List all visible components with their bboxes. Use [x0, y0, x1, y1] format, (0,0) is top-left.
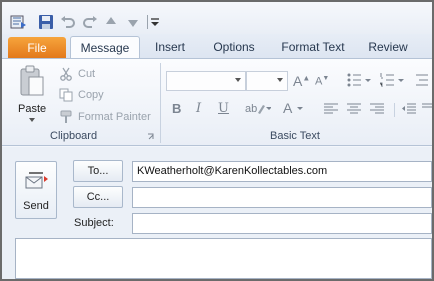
svg-text:ab: ab [245, 103, 257, 115]
grow-font-icon[interactable]: A▲ [293, 73, 310, 89]
tab-options[interactable]: Options [206, 36, 262, 58]
dialog-launcher-icon[interactable] [147, 133, 155, 141]
ribbon: Paste Cut Copy Format Painter Clipboard … [2, 58, 432, 146]
paste-icon [20, 65, 44, 96]
compose-area: Send To... KWeatherholt@KarenKollectable… [2, 147, 432, 279]
outlook-app-icon [10, 15, 26, 29]
to-button[interactable]: To... [73, 160, 123, 182]
down-arrow-icon[interactable] [126, 14, 140, 30]
up-arrow-icon[interactable] [104, 14, 118, 30]
chevron-down-icon [277, 78, 283, 82]
customize-toolbar-icon[interactable] [150, 14, 160, 30]
tab-format-text[interactable]: Format Text [276, 36, 350, 58]
align-center-icon[interactable] [347, 103, 361, 115]
highlight-icon[interactable]: ab [245, 101, 271, 117]
group-separator [160, 63, 161, 143]
ribbon-tabs: File Message Insert Options Format Text … [2, 34, 432, 59]
numbering-icon[interactable] [380, 73, 404, 87]
redo-icon[interactable] [82, 14, 98, 30]
toolbar-separator [147, 15, 148, 29]
toolbar-separator [394, 103, 395, 117]
format-painter-button[interactable]: Format Painter [78, 111, 151, 123]
undo-icon[interactable] [60, 14, 76, 30]
cut-button[interactable]: Cut [78, 68, 95, 80]
align-right-icon[interactable] [370, 103, 384, 115]
svg-text:A: A [283, 101, 293, 116]
send-label: Send [23, 200, 49, 212]
cc-button[interactable]: Cc... [73, 186, 123, 208]
tab-insert[interactable]: Insert [148, 36, 192, 58]
font-color-icon[interactable]: A [283, 101, 305, 117]
chevron-down-icon [235, 78, 241, 82]
shrink-font-icon[interactable]: A▼ [315, 75, 329, 88]
copy-button[interactable]: Copy [78, 89, 104, 101]
paste-button[interactable]: Paste [14, 63, 50, 125]
multilevel-list-icon[interactable] [414, 73, 430, 87]
paste-dropdown-icon [29, 118, 35, 122]
tab-file[interactable]: File [8, 37, 66, 58]
format-painter-icon [60, 110, 72, 123]
tab-message[interactable]: Message [70, 36, 140, 59]
increase-indent-icon[interactable] [422, 103, 432, 115]
italic-button[interactable]: I [196, 101, 201, 116]
font-size-combo[interactable] [246, 71, 288, 91]
bullets-icon[interactable] [347, 73, 371, 87]
font-name-combo[interactable] [166, 71, 246, 91]
decrease-indent-icon[interactable] [402, 103, 416, 115]
clipboard-group-label: Clipboard [50, 130, 98, 142]
quick-access-toolbar [2, 2, 432, 34]
to-field[interactable]: KWeatherholt@KarenKollectables.com [132, 161, 432, 182]
bold-button[interactable]: B [172, 101, 181, 116]
send-icon [25, 172, 48, 189]
cut-icon [60, 67, 72, 81]
align-left-icon[interactable] [324, 103, 338, 115]
send-button[interactable]: Send [15, 161, 57, 219]
paste-label: Paste [18, 103, 47, 115]
basic-text-group-label: Basic Text [270, 130, 320, 142]
underline-button[interactable]: U [218, 101, 229, 116]
subject-label: Subject: [74, 217, 114, 229]
cc-field[interactable] [132, 187, 432, 208]
save-icon[interactable] [38, 14, 54, 30]
message-body[interactable] [15, 238, 432, 279]
subject-field[interactable] [132, 213, 432, 234]
tab-review[interactable]: Review [362, 36, 414, 58]
copy-icon [59, 88, 73, 102]
